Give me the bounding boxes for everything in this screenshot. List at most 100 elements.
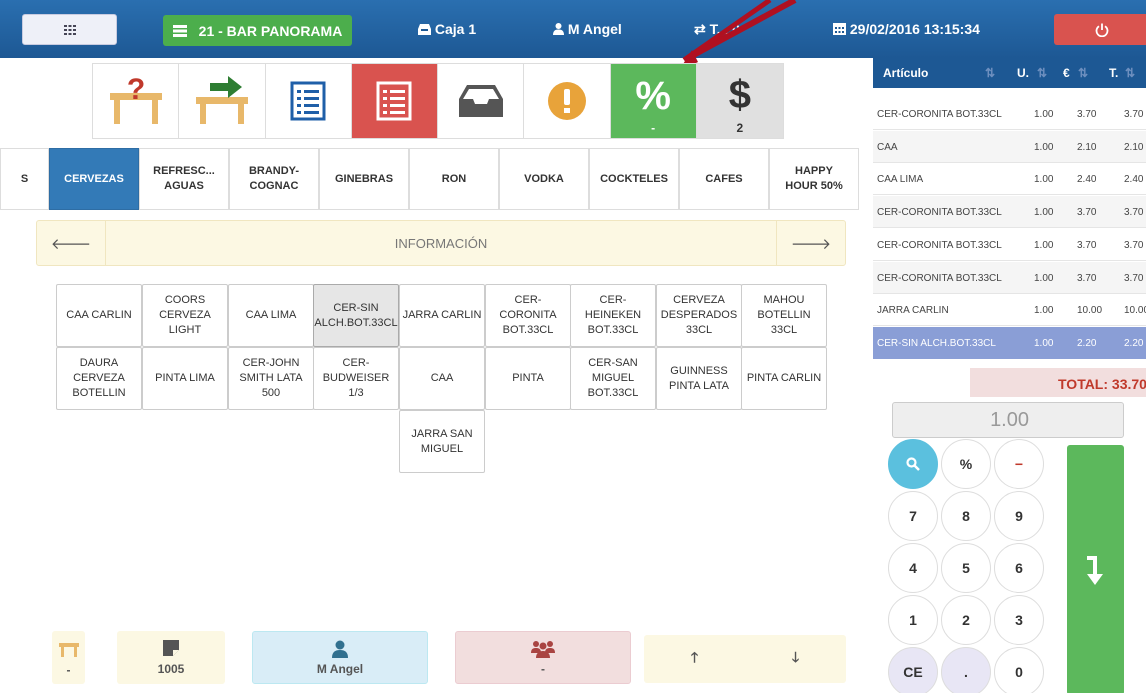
- product-button[interactable]: JARRA SAN MIGUEL: [399, 410, 485, 473]
- product-button[interactable]: CERVEZA DESPERADOS 33CL: [656, 284, 742, 347]
- register-info: Caja 1: [418, 21, 476, 37]
- key-7[interactable]: 7: [888, 491, 938, 541]
- ticket-article: CER-CORONITA BOT.33CL: [877, 272, 1002, 284]
- product-button[interactable]: CER-HEINEKEN BOT.33CL: [570, 284, 656, 347]
- key-4[interactable]: 4: [888, 543, 938, 593]
- arrow-down-icon[interactable]: 🡓: [792, 647, 799, 671]
- action-list-red[interactable]: [351, 64, 438, 138]
- ticket-row[interactable]: CER-CORONITA BOT.33CL 1.00 3.70 3.70: [873, 196, 1146, 229]
- product-button[interactable]: CAA CARLIN: [56, 284, 142, 347]
- inbox-icon: [458, 85, 503, 117]
- key-8[interactable]: 8: [941, 491, 991, 541]
- ticket-price: 2.40: [1077, 174, 1097, 186]
- arrow-right-icon: 🡒: [790, 235, 832, 253]
- bottom-table-button[interactable]: -: [52, 631, 85, 684]
- product-button[interactable]: PINTA CARLIN: [741, 347, 827, 410]
- percent-icon: %: [635, 73, 671, 118]
- product-button[interactable]: CER-SAN MIGUEL BOT.33CL: [570, 347, 656, 410]
- action-table-info[interactable]: ?: [93, 64, 180, 138]
- product-button[interactable]: MAHOU BOTELLIN 33CL: [741, 284, 827, 347]
- category-tab[interactable]: COCKTELES: [589, 148, 679, 210]
- info-label[interactable]: INFORMACIÓN: [105, 221, 777, 265]
- ticket-units: 1.00: [1034, 272, 1054, 284]
- action-list[interactable]: [265, 64, 352, 138]
- menu-button[interactable]: [22, 14, 117, 45]
- category-tab[interactable]: BRANDY- COGNAC: [229, 148, 319, 210]
- discount-sub: -: [651, 121, 656, 135]
- ticket-row[interactable]: JARRA CARLIN 1.00 10.00 10.00: [873, 294, 1146, 327]
- key-2[interactable]: 2: [941, 595, 991, 645]
- ticket-price: 3.70: [1077, 207, 1097, 219]
- enter-button[interactable]: [1067, 445, 1124, 693]
- ticket-row[interactable]: CER-CORONITA BOT.33CL 1.00 3.70 3.70: [873, 229, 1146, 261]
- action-payment[interactable]: $ 2: [696, 64, 783, 138]
- category-tab[interactable]: GINEBRAS: [319, 148, 409, 210]
- product-button[interactable]: GUINNESS PINTA LATA: [656, 347, 742, 410]
- ticket-row[interactable]: CAA LIMA 1.00 2.40 2.40: [873, 163, 1146, 196]
- product-button[interactable]: CAA LIMA: [228, 284, 314, 347]
- ticket-number: 1005: [157, 661, 185, 676]
- key-1[interactable]: 1: [888, 595, 938, 645]
- action-discount[interactable]: % -: [610, 64, 697, 138]
- note-icon: [163, 639, 179, 656]
- ticket-number-button[interactable]: 1005: [117, 631, 225, 684]
- quantity-display[interactable]: 1.00: [892, 402, 1124, 438]
- ticket-price: 3.70: [1077, 109, 1097, 120]
- key-ce[interactable]: CE: [888, 647, 938, 693]
- key-6[interactable]: 6: [994, 543, 1044, 593]
- transfer-icon: ⇄: [694, 21, 706, 37]
- table-button[interactable]: 21 - BAR PANORAMA: [163, 15, 352, 46]
- key-5[interactable]: 5: [941, 543, 991, 593]
- key-minus[interactable]: −: [994, 439, 1044, 489]
- key-percent[interactable]: %: [941, 439, 991, 489]
- ticket-price: 3.70: [1077, 272, 1097, 284]
- ticket-units: 1.00: [1034, 207, 1054, 219]
- key-search[interactable]: [888, 439, 938, 489]
- product-button[interactable]: CER- BUDWEISER 1/3: [313, 347, 399, 410]
- ticket-row[interactable]: CER-CORONITA BOT.33CL 1.00 3.70 3.70: [873, 261, 1146, 294]
- product-button[interactable]: JARRA CARLIN: [399, 284, 485, 347]
- product-button[interactable]: CAA: [399, 347, 485, 410]
- waiter-name: M Angel: [316, 661, 364, 676]
- key-9[interactable]: 9: [994, 491, 1044, 541]
- diners-button[interactable]: -: [455, 631, 631, 684]
- category-tab[interactable]: RON: [409, 148, 499, 210]
- sort-icon: ⇅: [1078, 66, 1089, 80]
- category-tab[interactable]: REFRESC... AGUAS: [139, 148, 229, 210]
- user-icon: [553, 23, 564, 35]
- key-3[interactable]: 3: [994, 595, 1044, 645]
- key-dot[interactable]: .: [941, 647, 991, 693]
- waiter-button[interactable]: M Angel: [252, 631, 428, 684]
- key-0[interactable]: 0: [994, 647, 1044, 693]
- action-drawer[interactable]: [438, 64, 525, 138]
- col-price[interactable]: €: [1063, 66, 1070, 80]
- product-button[interactable]: CER-SIN ALCH.BOT.33CL: [313, 284, 399, 347]
- product-button[interactable]: CER-CORONITA BOT.33CL: [485, 284, 571, 347]
- product-button[interactable]: COORS CERVEZA LIGHT: [142, 284, 228, 347]
- ticket-total: 3.70: [1124, 207, 1144, 219]
- product-button[interactable]: PINTA: [485, 347, 571, 410]
- ticket-total: 3.70: [1124, 239, 1144, 251]
- category-tab[interactable]: S: [0, 148, 49, 210]
- ticket-units: 1.00: [1034, 337, 1054, 349]
- category-tab[interactable]: HAPPY HOUR 50%: [769, 148, 859, 210]
- info-next-button[interactable]: 🡒: [777, 221, 845, 265]
- ticket-header: Artículo ⇅ U. ⇅ € ⇅ T. ⇅: [873, 58, 1146, 88]
- product-button[interactable]: DAURA CERVEZA BOTELLIN: [56, 347, 142, 410]
- ticket-row[interactable]: CER-CORONITA BOT.33CL 1.00 3.70 3.70: [873, 98, 1146, 130]
- info-prev-button[interactable]: 🡐: [37, 221, 105, 265]
- category-tab[interactable]: CAFES: [679, 148, 769, 210]
- category-tab[interactable]: CERVEZAS: [49, 148, 139, 210]
- product-button[interactable]: CER-JOHN SMITH LATA 500: [228, 347, 314, 410]
- col-total[interactable]: T.: [1109, 66, 1118, 80]
- col-units[interactable]: U.: [1017, 66, 1029, 80]
- ticket-row[interactable]: CER-SIN ALCH.BOT.33CL 1.00 2.20 2.20: [873, 326, 1146, 359]
- action-alert[interactable]: [524, 64, 611, 138]
- arrow-up-icon[interactable]: 🡑: [691, 647, 698, 671]
- action-table-transfer[interactable]: [179, 64, 266, 138]
- col-article[interactable]: Artículo: [883, 66, 928, 80]
- category-tab[interactable]: VODKA: [499, 148, 589, 210]
- product-button[interactable]: PINTA LIMA: [142, 347, 228, 410]
- power-button[interactable]: [1054, 14, 1146, 45]
- ticket-row[interactable]: CAA 1.00 2.10 2.10: [873, 130, 1146, 163]
